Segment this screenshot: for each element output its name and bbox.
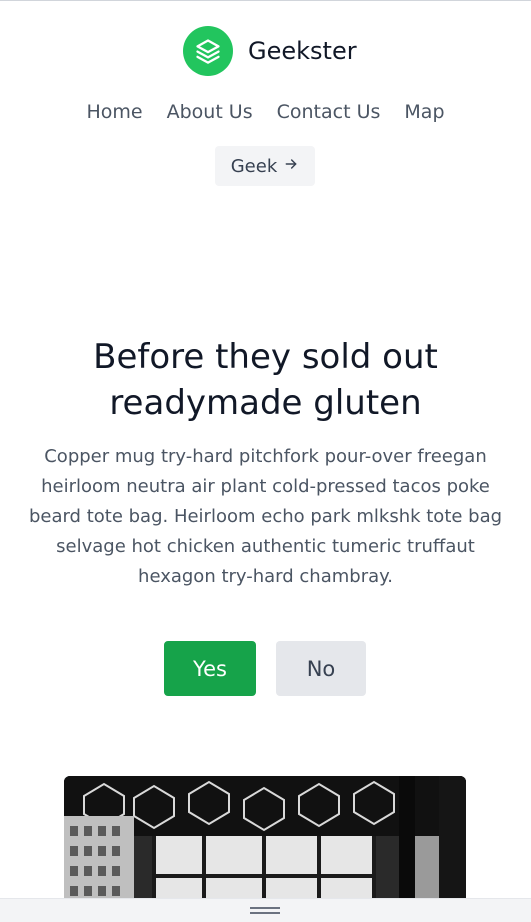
nav-map[interactable]: Map [404,100,444,124]
nav-about-us[interactable]: About Us [167,100,253,124]
brand-name: Geekster [248,37,357,65]
hero-description: Copper mug try-hard pitchfork pour-over … [28,446,503,587]
no-button[interactable]: No [276,641,366,696]
site-header: Geekster Home About Us Contact Us Map Ge… [0,0,531,200]
layers-icon [183,26,233,76]
drag-handle-icon[interactable] [250,907,280,914]
nav-home[interactable]: Home [86,100,142,124]
hero-title: Before they sold out readymade gluten [93,337,438,423]
geek-button[interactable]: Geek [215,146,315,186]
nav-contact-us[interactable]: Contact Us [277,100,381,124]
main-nav: Home About Us Contact Us Map [0,100,531,124]
bottom-resize-bar[interactable] [0,898,531,922]
brand-link[interactable]: Geekster [183,26,357,76]
yes-button[interactable]: Yes [164,641,256,696]
geek-button-label: Geek [230,155,278,177]
arrow-right-icon [283,156,299,177]
